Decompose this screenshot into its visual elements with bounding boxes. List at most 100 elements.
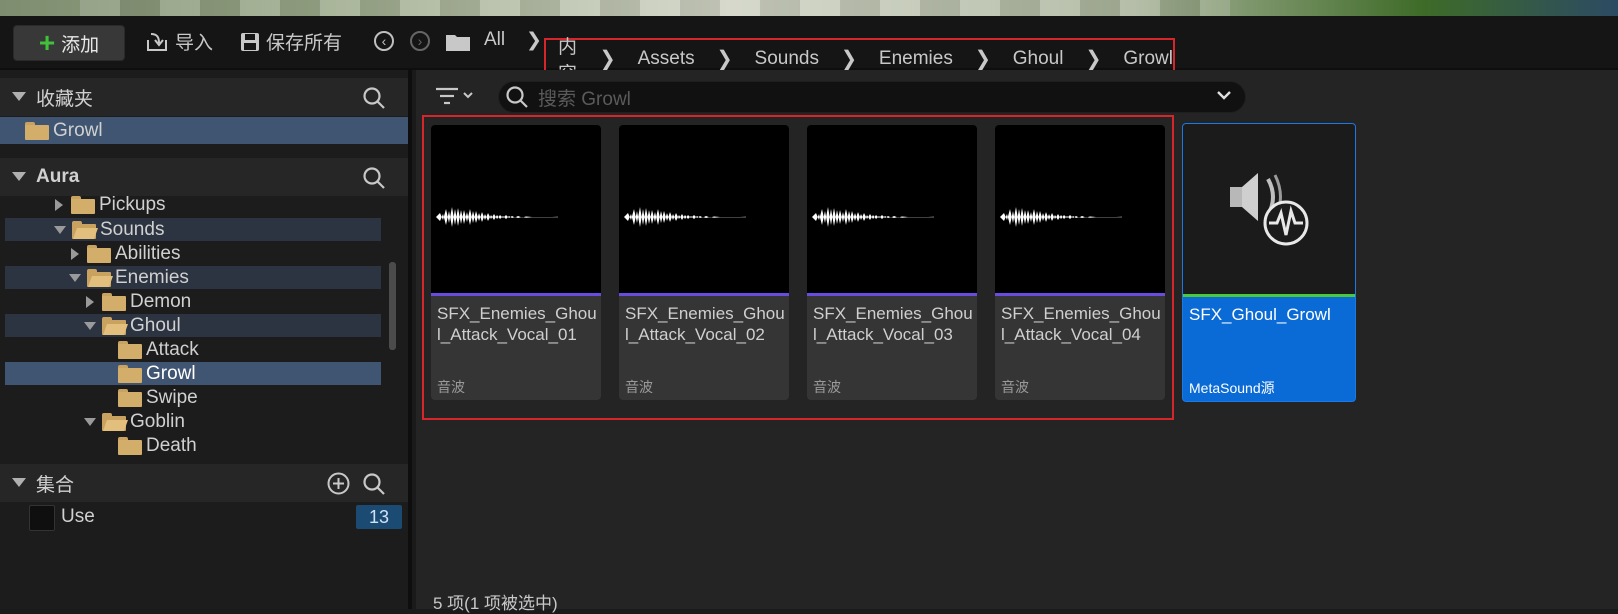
tree-item-attack[interactable]: Attack bbox=[118, 338, 199, 361]
expand-arrow-icon[interactable] bbox=[55, 199, 63, 211]
expand-arrow-icon[interactable] bbox=[71, 247, 79, 260]
asset-type-bar bbox=[807, 293, 977, 296]
folder-open-icon bbox=[102, 412, 129, 431]
import-button[interactable]: 导入 bbox=[145, 28, 213, 55]
asset-name: SFX_Enemies_Ghoul_Attack_Vocal_02 bbox=[625, 304, 785, 344]
folder-icon[interactable] bbox=[446, 33, 470, 51]
tree-item-ghoul[interactable]: Ghoul bbox=[84, 314, 181, 337]
content-browser-toolbar: + 添加 导入 保存所有 ‹ › All ❯ 内容 ❯ Assets ❯ Sou… bbox=[0, 16, 1618, 85]
tree-item-label: Abilities bbox=[115, 242, 181, 264]
collapse-triangle-icon[interactable] bbox=[12, 478, 26, 487]
tree-header[interactable]: Aura bbox=[0, 158, 408, 196]
save-icon bbox=[241, 32, 259, 51]
asset-name: SFX_Enemies_Ghoul_Attack_Vocal_03 bbox=[813, 304, 973, 344]
search-icon[interactable] bbox=[362, 166, 386, 190]
breadcrumb-item[interactable]: Assets bbox=[638, 48, 695, 70]
asset-type: 音波 bbox=[813, 379, 841, 395]
collection-item-label[interactable]: Use bbox=[61, 506, 95, 528]
favorites-item[interactable]: Growl bbox=[0, 117, 408, 144]
breadcrumb-all[interactable]: All bbox=[484, 29, 505, 51]
back-icon[interactable]: ‹ bbox=[374, 31, 394, 51]
asset-tile[interactable]: SFX_Enemies_Ghoul_Attack_Vocal_01 音波 bbox=[431, 125, 601, 400]
asset-name: SFX_Ghoul_Growl bbox=[1189, 305, 1331, 324]
search-icon[interactable] bbox=[362, 472, 386, 496]
asset-type-bar bbox=[431, 293, 601, 296]
breadcrumb-item[interactable]: Sounds bbox=[755, 48, 819, 70]
folder-icon bbox=[118, 340, 142, 359]
breadcrumb-item[interactable]: Growl bbox=[1123, 48, 1173, 70]
waveform-icon bbox=[624, 207, 746, 227]
tree-item-label: Goblin bbox=[130, 410, 185, 432]
folder-open-icon bbox=[72, 220, 99, 239]
tree-item-sounds[interactable]: Sounds bbox=[54, 218, 164, 241]
tree-item-label: Ghoul bbox=[130, 314, 181, 336]
tree-item-pickups[interactable]: Pickups bbox=[55, 195, 166, 215]
folder-open-icon bbox=[102, 316, 129, 335]
waveform-icon bbox=[812, 207, 934, 227]
asset-tile[interactable]: SFX_Enemies_Ghoul_Attack_Vocal_02 音波 bbox=[619, 125, 789, 400]
tree-item-swipe[interactable]: Swipe bbox=[118, 386, 198, 409]
add-button[interactable]: + 添加 bbox=[13, 25, 125, 61]
chevron-right-icon[interactable]: ❯ bbox=[600, 46, 616, 71]
tree-item-death[interactable]: Death bbox=[118, 434, 197, 457]
breadcrumb-item[interactable]: Ghoul bbox=[1013, 48, 1064, 70]
folder-icon bbox=[87, 244, 111, 263]
favorites-header[interactable]: 收藏夹 bbox=[0, 78, 408, 116]
add-button-label: 添加 bbox=[61, 34, 100, 56]
chevron-right-icon[interactable]: ❯ bbox=[717, 46, 733, 71]
asset-type: MetaSound源 bbox=[1189, 380, 1275, 396]
add-collection-icon[interactable] bbox=[327, 472, 350, 495]
asset-type: 音波 bbox=[1001, 379, 1029, 395]
tree-row-highlight bbox=[5, 314, 381, 337]
asset-type: 音波 bbox=[437, 379, 465, 395]
search-icon bbox=[506, 86, 528, 108]
breadcrumb-item[interactable]: Enemies bbox=[879, 48, 953, 70]
collapse-arrow-icon[interactable] bbox=[54, 225, 66, 234]
status-text: 5 项(1 项被选中) bbox=[433, 594, 558, 613]
tree-item-abilities[interactable]: Abilities bbox=[71, 242, 180, 265]
asset-tile[interactable]: SFX_Enemies_Ghoul_Attack_Vocal_03 音波 bbox=[807, 125, 977, 400]
tree-scrollbar[interactable] bbox=[389, 262, 396, 350]
favorites-item-label: Growl bbox=[53, 119, 103, 141]
forward-icon[interactable]: › bbox=[410, 31, 430, 51]
asset-tile-selected[interactable]: SFX_Ghoul_Growl MetaSound源 bbox=[1182, 123, 1356, 402]
collapse-arrow-icon[interactable] bbox=[84, 417, 96, 426]
save-all-button-label: 保存所有 bbox=[266, 33, 343, 54]
save-all-button[interactable]: 保存所有 bbox=[240, 28, 342, 55]
import-icon bbox=[147, 32, 167, 51]
tree-item-enemies[interactable]: Enemies bbox=[69, 266, 189, 289]
asset-type-bar bbox=[1183, 294, 1355, 297]
asset-tile[interactable]: SFX_Enemies_Ghoul_Attack_Vocal_04 音波 bbox=[995, 125, 1165, 400]
tree-item-label: Enemies bbox=[115, 266, 189, 288]
expand-arrow-icon[interactable] bbox=[86, 295, 94, 308]
chevron-right-icon[interactable]: ❯ bbox=[1085, 46, 1101, 71]
chevron-right-icon[interactable]: ❯ bbox=[975, 46, 991, 71]
tree-item-demon[interactable]: Demon bbox=[86, 290, 191, 313]
waveform-thumbnail bbox=[995, 125, 1165, 293]
chevron-right-icon[interactable]: ❯ bbox=[526, 29, 542, 52]
waveform-thumbnail bbox=[807, 125, 977, 293]
asset-name: SFX_Enemies_Ghoul_Attack_Vocal_01 bbox=[437, 304, 597, 344]
collections-title: 集合 bbox=[36, 474, 75, 496]
tree-item-label: Attack bbox=[146, 338, 199, 360]
waveform-icon bbox=[436, 207, 558, 227]
chevron-right-icon[interactable]: ❯ bbox=[841, 46, 857, 71]
folder-icon bbox=[102, 292, 126, 311]
waveform-thumbnail bbox=[619, 125, 789, 293]
waveform-thumbnail bbox=[431, 125, 601, 293]
chevron-down-icon[interactable] bbox=[1216, 90, 1232, 102]
collapse-arrow-icon[interactable] bbox=[84, 321, 96, 330]
collapse-triangle-icon[interactable] bbox=[12, 172, 26, 181]
asset-type: 音波 bbox=[625, 379, 653, 395]
asset-type-bar bbox=[619, 293, 789, 296]
search-icon[interactable] bbox=[362, 86, 386, 110]
collection-checkbox[interactable] bbox=[29, 505, 55, 531]
collapse-triangle-icon[interactable] bbox=[12, 92, 26, 101]
filter-icon[interactable] bbox=[434, 84, 474, 108]
sources-panel bbox=[0, 70, 412, 609]
tree-item-growl[interactable]: Growl bbox=[118, 362, 196, 385]
collections-header[interactable]: 集合 bbox=[0, 464, 408, 502]
asset-name: SFX_Enemies_Ghoul_Attack_Vocal_04 bbox=[1001, 304, 1161, 344]
tree-item-goblin[interactable]: Goblin bbox=[84, 410, 185, 433]
collapse-arrow-icon[interactable] bbox=[69, 273, 81, 282]
